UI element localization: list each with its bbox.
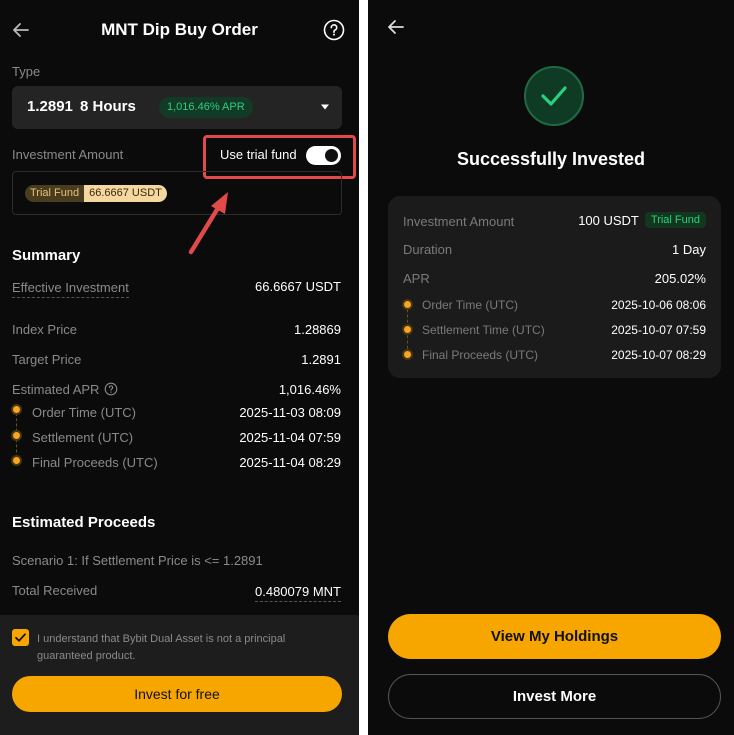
invest-for-free-button[interactable]: Invest for free	[12, 676, 342, 712]
order-time-value: 2025-11-03 08:09	[239, 405, 341, 420]
type-duration: 8 Hours	[80, 98, 136, 115]
settlement-label: Settlement (UTC)	[32, 430, 134, 445]
timeline-dot	[13, 406, 20, 413]
final-proceeds-value: 2025-11-04 08:29	[239, 455, 341, 470]
toggle-knob	[325, 149, 338, 162]
timeline-dot	[13, 432, 20, 439]
effective-investment-label[interactable]: Effective Investment	[12, 280, 129, 298]
order-time-label: Order Time (UTC)	[422, 298, 518, 312]
investment-amount-label: Investment Amount	[12, 147, 124, 162]
order-time-label: Order Time (UTC)	[32, 405, 136, 420]
estimated-apr-label: Estimated APR	[12, 382, 100, 397]
index-price-label: Index Price	[12, 322, 78, 337]
checkbox-checked-icon	[15, 633, 26, 642]
bottom-action-bar: I understand that Bybit Dual Asset is no…	[0, 615, 359, 735]
use-trial-fund-label: Use trial fund	[220, 147, 297, 162]
trial-fund-chip: Trial Fund 66.6667 USDT	[25, 185, 167, 202]
summary-title: Summary	[12, 247, 81, 264]
type-label: Type	[12, 64, 41, 79]
estimated-proceeds-title: Estimated Proceeds	[12, 514, 156, 531]
success-badge	[524, 66, 584, 126]
back-arrow-icon[interactable]	[385, 16, 407, 38]
trial-fund-chip-amount: 66.6667 USDT	[84, 185, 167, 202]
trial-fund-badge: Trial Fund	[644, 212, 706, 228]
timeline-dot	[404, 301, 411, 308]
total-received-label: Total Received	[12, 583, 98, 598]
page-title: MNT Dip Buy Order	[101, 20, 258, 39]
timeline-dot	[404, 351, 411, 358]
investment-amount-group: 100 USDT Trial Fund	[578, 212, 706, 228]
duration-label: Duration	[403, 242, 453, 257]
timeline-dot	[404, 326, 411, 333]
type-dropdown[interactable]: 1.2891 8 Hours 1,016.46% APR	[12, 86, 342, 129]
chevron-down-icon	[321, 104, 329, 110]
annotation-arrow-icon	[188, 192, 228, 255]
apr-label: APR	[403, 271, 430, 286]
target-price-value: 1.2891	[301, 352, 341, 367]
success-title: Successfully Invested	[456, 149, 646, 169]
checkmark-icon	[541, 86, 567, 106]
settlement-time-label: Settlement Time (UTC)	[422, 323, 545, 337]
duration-value: 1 Day	[672, 242, 706, 257]
success-screen: Successfully Invested Investment Amount …	[368, 0, 734, 735]
investment-amount-field[interactable]: Trial Fund 66.6667 USDT	[12, 171, 342, 215]
investment-amount-value: 100 USDT	[578, 212, 639, 228]
final-proceeds-value: 2025-10-07 08:29	[611, 348, 706, 362]
order-time-value: 2025-10-06 08:06	[611, 298, 706, 312]
estimated-apr-value: 1,016.46%	[278, 382, 341, 397]
timeline-dot	[13, 457, 20, 464]
scenario-text: Scenario 1: If Settlement Price is <= 1.…	[12, 553, 263, 568]
type-price: 1.2891	[27, 98, 73, 115]
disclaimer-checkbox[interactable]	[12, 629, 29, 646]
apr-value: 205.02%	[654, 271, 706, 286]
order-screen: MNT Dip Buy Order Type 1.2891 8 Hours 1,…	[0, 0, 359, 735]
index-price-value: 1.28869	[294, 322, 341, 337]
investment-amount-label: Investment Amount	[403, 214, 515, 229]
invest-more-button[interactable]: Invest More	[388, 674, 721, 719]
settlement-value: 2025-11-04 07:59	[239, 430, 341, 445]
apr-badge: 1,016.46% APR	[159, 97, 253, 118]
trial-fund-chip-label: Trial Fund	[25, 185, 85, 202]
trial-fund-toggle[interactable]	[306, 146, 341, 165]
investment-summary-card: Investment Amount 100 USDT Trial Fund Du…	[388, 196, 721, 378]
disclaimer-text: I understand that Bybit Dual Asset is no…	[37, 633, 286, 662]
total-received-value: 0.480079 MNT	[255, 584, 341, 602]
final-proceeds-label: Final Proceeds (UTC)	[32, 455, 158, 470]
target-price-label: Target Price	[12, 352, 82, 367]
help-icon[interactable]	[323, 19, 345, 41]
info-icon[interactable]	[104, 382, 118, 396]
settlement-time-value: 2025-10-07 07:59	[611, 323, 706, 337]
view-my-holdings-button[interactable]: View My Holdings	[388, 614, 721, 659]
final-proceeds-label: Final Proceeds (UTC)	[422, 348, 539, 362]
effective-investment-value: 66.6667 USDT	[255, 279, 341, 294]
